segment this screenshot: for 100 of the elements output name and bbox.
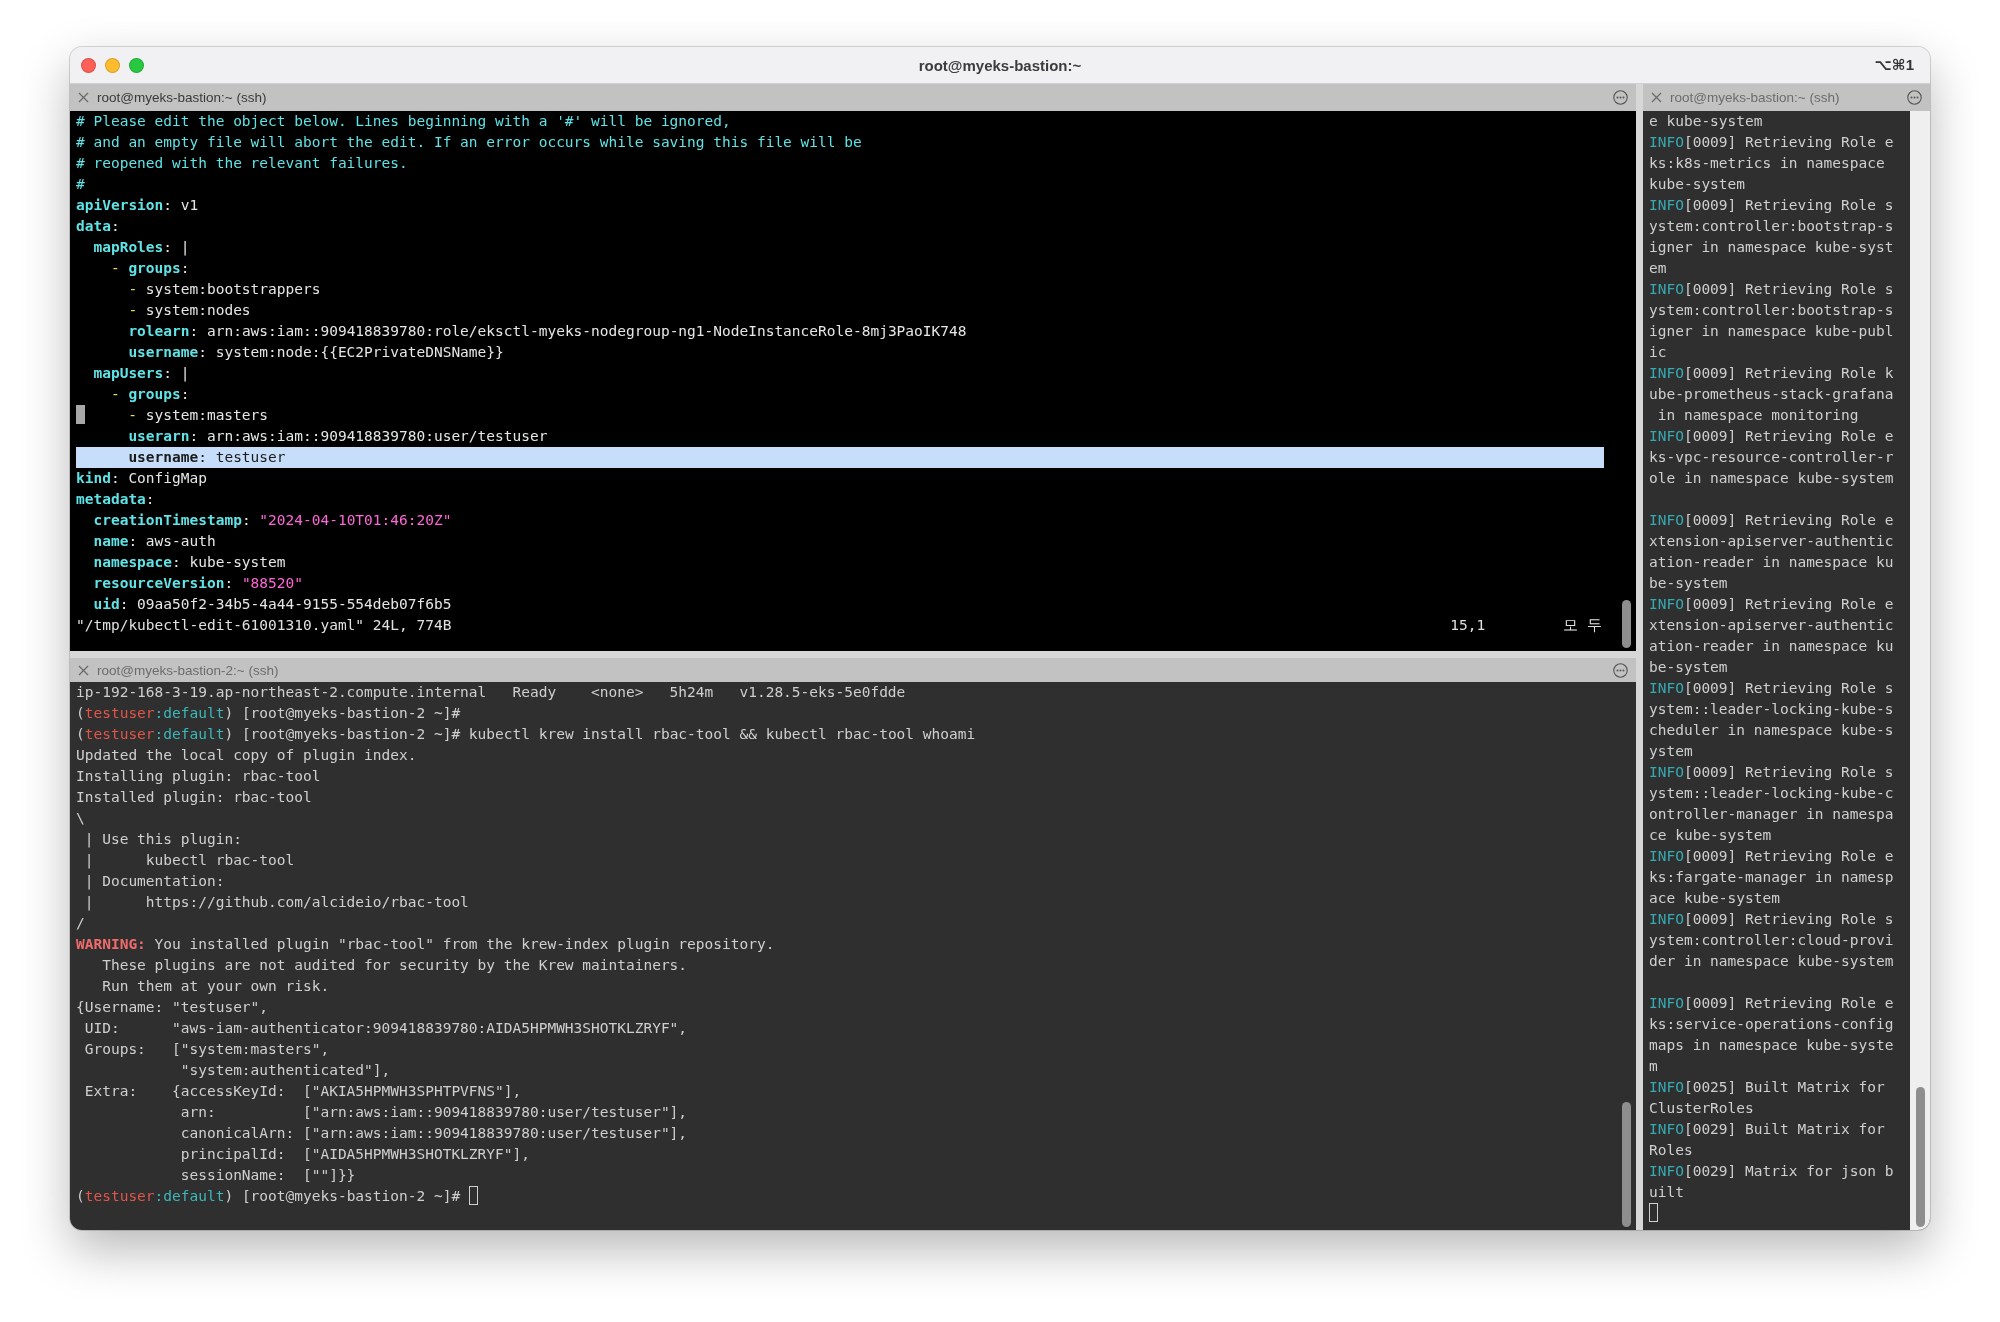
terminal-line: xtension-apiserver-authentic: [1649, 617, 1894, 633]
terminal-line: apiVersion: v1: [76, 197, 199, 213]
terminal-line: INFO[0009] Retrieving Role e: [1649, 848, 1894, 864]
terminal-line: INFO[0009] Retrieving Role e: [1649, 512, 1894, 528]
terminal-line: sessionName: [""]}}: [179, 1167, 356, 1183]
scrollbar-thumb[interactable]: [1621, 1102, 1631, 1227]
zoom-button[interactable]: [129, 57, 144, 73]
terminal-line: ClusterRoles: [1649, 1100, 1754, 1116]
terminal-line: (testuser:default) [root@myeks-bastion-2 ~]# kubectl krew install rbac-tool && kubectl rbac-tool whoami: [76, 726, 976, 742]
terminal-line: ystem::leader-locking-kube-s: [1649, 701, 1894, 717]
terminal-line: arn: ["arn:aws:iam::909418839780:user/testuser"],: [179, 1104, 688, 1120]
terminal-line: # and an empty file will abort the edit. If an error occurs while saving this file will be: [76, 134, 862, 150]
terminal-line: ks:fargate-manager in namesp: [1649, 869, 1894, 885]
terminal-line: - system:bootstrappers: [127, 281, 321, 297]
terminal-line: INFO[0009] Retrieving Role e: [1649, 428, 1894, 444]
status-file: "/tmp/kubectl-edit-61001310.yaml" 24L, 774B: [76, 616, 453, 635]
terminal-line: | Use this plugin:: [83, 831, 242, 847]
terminal-line: principalId: ["AIDA5HPMWH3SHOTKLZRYF"],: [179, 1146, 530, 1162]
terminal-line: metadata:: [76, 491, 155, 507]
terminal-line: These plugins are not audited for security by the Krew maintainers.: [101, 957, 688, 973]
terminal-line: Roles: [1649, 1142, 1693, 1158]
terminal-pane[interactable]: [1643, 111, 1930, 1230]
text-cursor: [468, 1186, 478, 1205]
terminal-line: canonicalArn: ["arn:aws:iam::909418839780:user/testuser"],: [179, 1125, 688, 1141]
more-button[interactable]: [1907, 90, 1922, 105]
terminal-line: | https://github.com/alcideio/rbac-tool: [83, 894, 469, 910]
terminal-line: kube-system: [1649, 176, 1746, 192]
terminal-line: ontroller-manager in namespa: [1649, 806, 1894, 822]
terminal-line: kind: ConfigMap: [76, 470, 207, 486]
terminal-line: INFO[0009] Retrieving Role s: [1649, 911, 1894, 927]
terminal-line: {Username: "testuser",: [76, 999, 269, 1015]
terminal-line: INFO[0009] Retrieving Role e: [1649, 596, 1894, 612]
terminal-line: igner in namespace kube-publ: [1649, 323, 1894, 339]
terminal-line: Installing plugin: rbac-tool: [76, 768, 321, 784]
text-cursor: [76, 405, 85, 424]
terminal-line: WARNING: You installed plugin "rbac-tool" from the krew-index plugin repository.: [76, 936, 775, 952]
scroll-position: 모 두: [1563, 616, 1602, 635]
pane-title: root@myeks-bastion-2:~ (ssh): [97, 662, 280, 678]
terminal-line: INFO[0009] Retrieving Role s: [1649, 680, 1894, 696]
terminal-line: cheduler in namespace kube-s: [1649, 722, 1894, 738]
scrollbar-thumb[interactable]: [1621, 600, 1631, 648]
terminal-line: INFO[0009] Retrieving Role s: [1649, 281, 1894, 297]
terminal-line: name: aws-auth: [92, 533, 216, 549]
terminal-line: ystem:controller:bootstrap-s: [1649, 302, 1894, 318]
terminal-line: ks-vpc-resource-controller-r: [1649, 449, 1894, 465]
terminal-line: - system:nodes: [127, 302, 251, 318]
terminal-line: username: system:node:{{EC2PrivateDNSName}}: [127, 344, 504, 360]
terminal-line: em: [1649, 260, 1667, 276]
close-button[interactable]: [78, 664, 89, 676]
terminal-line: uid: 09aa50f2-34b5-4a44-9155-554deb07f6b5: [92, 596, 452, 612]
terminal-line: Groups: ["system:masters",: [83, 1041, 330, 1057]
close-button[interactable]: [1651, 92, 1662, 103]
terminal-line: INFO[0009] Retrieving Role k: [1649, 365, 1894, 381]
terminal-line: /: [76, 915, 85, 931]
terminal-line: der in namespace kube-system: [1649, 953, 1894, 969]
terminal-line: data:: [76, 218, 120, 234]
pane-title: root@myeks-bastion:~ (ssh): [1670, 90, 1841, 105]
terminal-line: - groups:: [109, 386, 190, 402]
pane-title: root@myeks-bastion:~ (ssh): [97, 90, 268, 105]
terminal-line: INFO[0009] Retrieving Role s: [1649, 197, 1894, 213]
cursor-position: 15,1: [1450, 616, 1486, 635]
terminal-line: rolearn: arn:aws:iam::909418839780:role/eksctl-myeks-nodegroup-ng1-NodeInstanceRole-8mj3PaoIK748: [127, 323, 967, 339]
terminal-line: ation-reader in namespace ku: [1649, 554, 1894, 570]
terminal-line: Extra: {accessKeyId: ["AKIA5HPMWH3SPHTPVFNS"],: [83, 1083, 522, 1099]
terminal-line: UID: "aws-iam-authenticator:909418839780:AIDA5HPMWH3SHOTKLZRYF",: [83, 1020, 688, 1036]
terminal-line: be-system: [1649, 659, 1728, 675]
terminal-line: maps in namespace kube-syste: [1649, 1037, 1894, 1053]
terminal-line: # reopened with the relevant failures.: [76, 155, 408, 171]
terminal-line: ystem:controller:cloud-provi: [1649, 932, 1894, 948]
terminal-line: be-system: [1649, 575, 1728, 591]
more-button[interactable]: [1613, 662, 1628, 678]
terminal-line: INFO[0009] Retrieving Role s: [1649, 764, 1894, 780]
terminal-line: m: [1649, 1058, 1658, 1074]
terminal-line: "system:authenticated"],: [179, 1062, 391, 1078]
terminal-line: ip-192-168-3-19.ap-northeast-2.compute.internal Ready <none> 5h24m v1.28.5-eks-5e0fdde: [76, 684, 906, 700]
terminal-line: | Documentation:: [83, 873, 225, 889]
terminal-line: - groups:: [109, 260, 190, 276]
terminal-line: \: [76, 810, 85, 826]
scrollbar-thumb[interactable]: [1915, 1087, 1925, 1227]
terminal-pane[interactable]: [70, 111, 1636, 651]
terminal-line: INFO[0029] Built Matrix for: [1649, 1121, 1885, 1137]
terminal-line: INFO[0025] Built Matrix for: [1649, 1079, 1885, 1095]
terminal-line: Installed plugin: rbac-tool: [76, 789, 312, 805]
more-button[interactable]: [1613, 90, 1628, 105]
terminal-line: uilt: [1649, 1184, 1684, 1200]
terminal-line: e kube-system: [1649, 113, 1763, 129]
terminal-line: INFO[0009] Retrieving Role e: [1649, 134, 1894, 150]
terminal-line: ube-prometheus-stack-grafana: [1649, 386, 1894, 402]
terminal-line: userarn: arn:aws:iam::909418839780:user/testuser: [127, 428, 548, 444]
highlighted-line-text: username: testuser: [127, 449, 286, 465]
terminal-line: (testuser:default) [root@myeks-bastion-2 ~]#: [76, 1188, 462, 1204]
terminal-line: Run them at your own risk.: [101, 978, 330, 994]
window-title: root@myeks-bastion:~: [918, 56, 1082, 74]
terminal-line: in namespace monitoring: [1656, 407, 1859, 423]
window-shortcut: ⌥⌘1: [1874, 56, 1914, 74]
close-button[interactable]: [78, 92, 89, 103]
terminal-line: ystem: [1649, 743, 1693, 759]
terminal-line: mapRoles: |: [92, 239, 190, 255]
close-window-button[interactable]: [81, 57, 96, 73]
terminal-line: - system:masters: [127, 407, 268, 423]
